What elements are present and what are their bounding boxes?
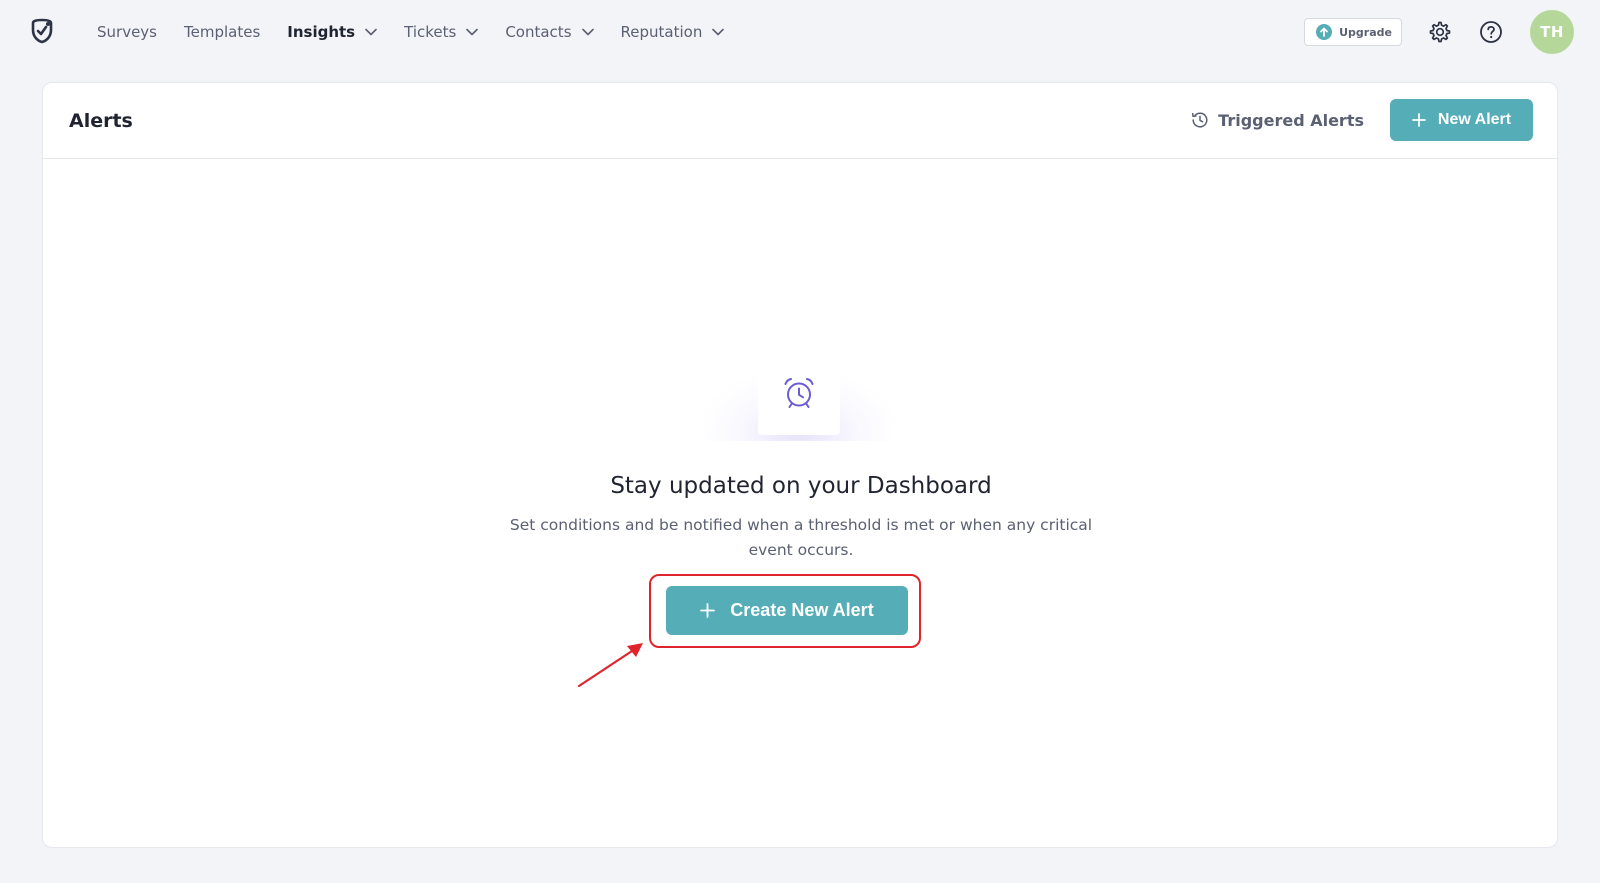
top-navigation: Surveys Templates Insights Tickets Conta… [0, 0, 1600, 64]
nav-label: Reputation [620, 23, 703, 41]
upgrade-arrow-icon [1316, 24, 1333, 40]
history-clock-icon [1192, 112, 1208, 128]
nav-item-tickets[interactable]: Tickets [404, 0, 479, 64]
brand-logo-icon[interactable] [28, 17, 56, 45]
chevron-down-icon [712, 28, 725, 36]
nav-item-insights[interactable]: Insights [287, 0, 377, 64]
new-alert-label: New Alert [1437, 111, 1512, 128]
card-header: Alerts Triggered Alerts New Alert [43, 83, 1557, 159]
avatar-initials: TH [1540, 23, 1564, 41]
triggered-alerts-link[interactable]: Triggered Alerts [1190, 110, 1364, 130]
plus-icon [1411, 113, 1426, 127]
page-title: Alerts [69, 109, 133, 132]
header-actions: Triggered Alerts New Alert [1190, 99, 1533, 141]
nav-label: Tickets [404, 23, 457, 41]
empty-state-illustration [703, 351, 895, 441]
nav-item-surveys[interactable]: Surveys [97, 0, 157, 64]
create-new-alert-label: Create New Alert [730, 600, 874, 620]
illustration-tile [758, 351, 840, 435]
alarm-clock-icon [784, 378, 814, 408]
alerts-card: Alerts Triggered Alerts New Alert Stay u… [42, 82, 1558, 848]
nav-label: Contacts [505, 23, 572, 41]
chevron-down-icon [466, 28, 479, 36]
nav-item-contacts[interactable]: Contacts [505, 0, 594, 64]
create-new-alert-button[interactable]: Create New Alert [666, 586, 908, 635]
plus-icon [700, 603, 716, 618]
upgrade-button[interactable]: Upgrade [1304, 18, 1402, 46]
nav-item-reputation[interactable]: Reputation [621, 0, 725, 64]
nav-item-templates[interactable]: Templates [184, 0, 260, 64]
nav-label: Insights [287, 23, 356, 41]
help-circle-icon [1480, 21, 1502, 43]
chevron-down-icon [581, 28, 594, 36]
empty-state-description: Set conditions and be notified when a th… [509, 516, 1093, 559]
settings-button[interactable] [1427, 19, 1453, 45]
nav-label: Surveys [97, 23, 157, 41]
triggered-alerts-label: Triggered Alerts [1218, 110, 1364, 130]
empty-state-title: Stay updated on your Dashboard [610, 473, 992, 499]
help-button[interactable] [1478, 19, 1504, 45]
gear-icon [1429, 21, 1451, 43]
chevron-down-icon [365, 28, 377, 36]
main-menu: Surveys Templates Insights Tickets Conta… [97, 0, 751, 64]
new-alert-button[interactable]: New Alert [1390, 99, 1533, 141]
user-avatar[interactable]: TH [1530, 10, 1574, 54]
annotation-arrow-icon [577, 643, 643, 688]
nav-right-actions: Upgrade TH [1304, 0, 1574, 64]
nav-label: Templates [184, 23, 261, 41]
upgrade-label: Upgrade [1339, 25, 1392, 39]
